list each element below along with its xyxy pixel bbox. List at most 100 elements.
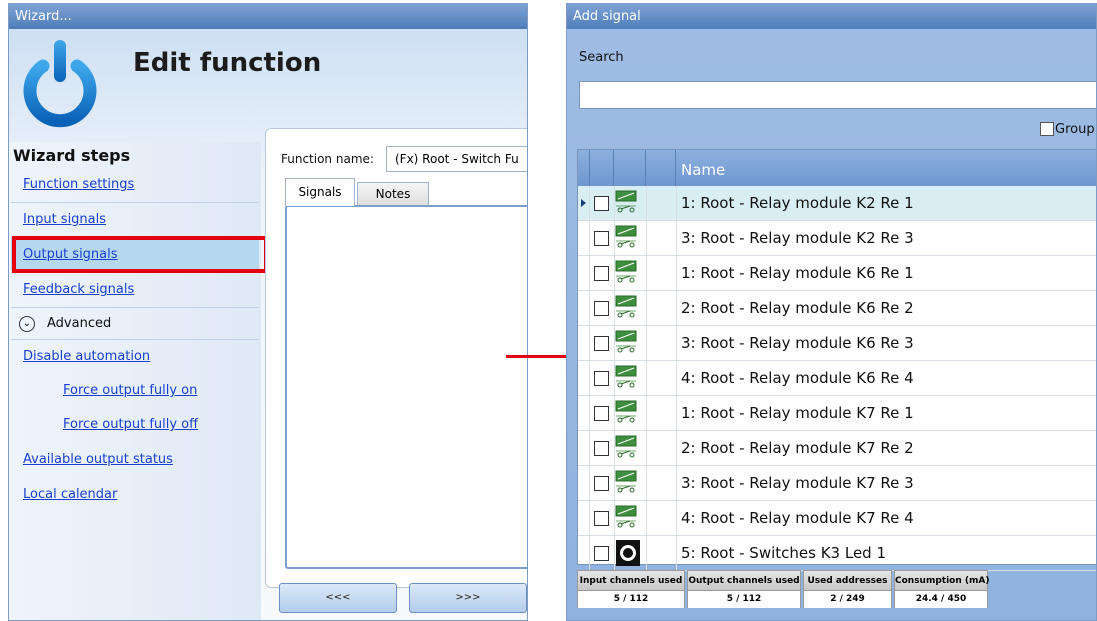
table-row[interactable]: 1: Root - Relay module K6 Re 1 (578, 256, 1096, 291)
row-name: 1: Root - Relay module K7 Re 1 (681, 404, 914, 422)
step-local-calendar[interactable]: Local calendar (11, 478, 259, 511)
relay-icon (615, 400, 637, 424)
row-selector[interactable] (578, 536, 590, 571)
column-divider (676, 501, 677, 536)
stat-value: 2 / 249 (804, 591, 891, 608)
wizard-steps-panel: Wizard steps Function settings Input sig… (9, 142, 261, 620)
row-checkbox[interactable] (594, 476, 609, 491)
tab-notes[interactable]: Notes (357, 182, 429, 206)
tab-signals[interactable]: Signals (285, 178, 355, 206)
step-function-settings[interactable]: Function settings (11, 168, 259, 201)
column-divider (646, 466, 647, 501)
stat-value: 5 / 112 (578, 591, 684, 608)
row-checkbox[interactable] (594, 196, 609, 211)
column-divider (676, 256, 677, 291)
output-signals-highlight (12, 236, 268, 273)
row-checkbox[interactable] (594, 231, 609, 246)
row-selector[interactable] (578, 221, 590, 256)
power-icon (23, 40, 97, 128)
function-name-label: Function name: (281, 152, 374, 166)
column-header-name[interactable]: Name (681, 150, 725, 186)
led-icon (615, 539, 641, 567)
table-row[interactable]: 2: Root - Relay module K6 Re 2 (578, 291, 1096, 326)
row-selector[interactable] (578, 396, 590, 431)
row-name: 3: Root - Relay module K2 Re 3 (681, 229, 914, 247)
row-name: 1: Root - Relay module K6 Re 1 (681, 264, 914, 282)
column-divider (646, 256, 647, 291)
add-signal-dialog: Add signal Search Group Name 1: Root - R… (566, 3, 1097, 621)
back-button[interactable]: <<< (279, 583, 397, 613)
row-selector[interactable] (578, 256, 590, 291)
relay-icon (615, 295, 637, 319)
step-force-output-fully-off[interactable]: Force output fully off (11, 408, 259, 441)
wizard-title-bar: Wizard... (9, 4, 527, 29)
row-checkbox[interactable] (594, 301, 609, 316)
stat-label: Input channels used (578, 571, 684, 591)
row-checkbox[interactable] (594, 266, 609, 281)
table-row[interactable]: 2: Root - Relay module K7 Re 2 (578, 431, 1096, 466)
row-selector[interactable] (578, 361, 590, 396)
column-divider (646, 396, 647, 431)
table-row[interactable]: 5: Root - Switches K3 Led 1 (578, 536, 1096, 571)
row-name: 5: Root - Switches K3 Led 1 (681, 544, 887, 562)
step-force-output-fully-on[interactable]: Force output fully on (11, 374, 259, 407)
row-selector[interactable] (578, 186, 590, 221)
row-checkbox[interactable] (594, 546, 609, 561)
row-selector[interactable] (578, 326, 590, 361)
stat-value: 24.4 / 450 (895, 591, 987, 608)
table-row[interactable]: 1: Root - Relay module K2 Re 1 (578, 186, 1096, 221)
step-input-signals[interactable]: Input signals (11, 202, 259, 235)
search-input[interactable] (579, 81, 1096, 109)
row-checkbox[interactable] (594, 441, 609, 456)
relay-icon (615, 435, 637, 459)
stat-consumption: Consumption (mA) 24.4 / 450 (894, 570, 989, 608)
step-available-output-status[interactable]: Available output status (11, 443, 259, 476)
next-button[interactable]: >>> (409, 583, 527, 613)
stat-label: Output channels used (688, 571, 800, 591)
group-label: Group (1055, 122, 1095, 137)
row-selector[interactable] (578, 291, 590, 326)
relay-icon (615, 260, 637, 284)
stat-label: Used addresses (804, 571, 891, 591)
row-selector[interactable] (578, 466, 590, 501)
table-row[interactable]: 3: Root - Relay module K2 Re 3 (578, 221, 1096, 256)
header-selector-cell (578, 150, 590, 186)
table-row[interactable]: 4: Root - Relay module K6 Re 4 (578, 361, 1096, 396)
column-divider (676, 396, 677, 431)
row-selector[interactable] (578, 501, 590, 536)
step-feedback-signals[interactable]: Feedback signals (11, 272, 259, 305)
table-row[interactable]: 3: Root - Relay module K7 Re 3 (578, 466, 1096, 501)
row-checkbox[interactable] (594, 336, 609, 351)
search-label: Search (579, 50, 624, 65)
function-name-field[interactable]: (Fx) Root - Switch Fu (386, 146, 527, 172)
table-row[interactable]: 3: Root - Relay module K6 Re 3 (578, 326, 1096, 361)
column-divider (676, 221, 677, 256)
column-divider (676, 466, 677, 501)
wizard-window: Wizard... Edit function Wizard steps Fun… (8, 3, 528, 621)
stat-label: Consumption (mA) (895, 571, 989, 591)
stat-input-channels: Input channels used 5 / 112 (577, 570, 685, 608)
row-checkbox[interactable] (594, 511, 609, 526)
step-disable-automation[interactable]: Disable automation (11, 339, 259, 372)
table-row[interactable]: 1: Root - Relay module K7 Re 1 (578, 396, 1096, 431)
column-divider (646, 431, 647, 466)
header-checkbox-cell[interactable] (590, 150, 614, 186)
column-divider (676, 361, 677, 396)
relay-icon (615, 470, 637, 494)
relay-icon (615, 190, 637, 214)
column-divider (646, 536, 647, 571)
row-selector[interactable] (578, 431, 590, 466)
row-name: 4: Root - Relay module K6 Re 4 (681, 369, 914, 387)
column-divider (646, 501, 647, 536)
group-checkbox[interactable] (1040, 122, 1054, 136)
row-name: 3: Root - Relay module K7 Re 3 (681, 474, 914, 492)
wizard-steps-heading: Wizard steps (13, 146, 131, 165)
column-divider (676, 431, 677, 466)
table-row[interactable]: 4: Root - Relay module K7 Re 4 (578, 501, 1096, 536)
stat-used-addresses: Used addresses 2 / 249 (803, 570, 892, 608)
row-checkbox[interactable] (594, 371, 609, 386)
row-name: 1: Root - Relay module K2 Re 1 (681, 194, 914, 212)
add-signal-title-bar: Add signal (567, 4, 1096, 29)
row-checkbox[interactable] (594, 406, 609, 421)
advanced-toggle[interactable]: ⌄ Advanced (11, 307, 259, 339)
